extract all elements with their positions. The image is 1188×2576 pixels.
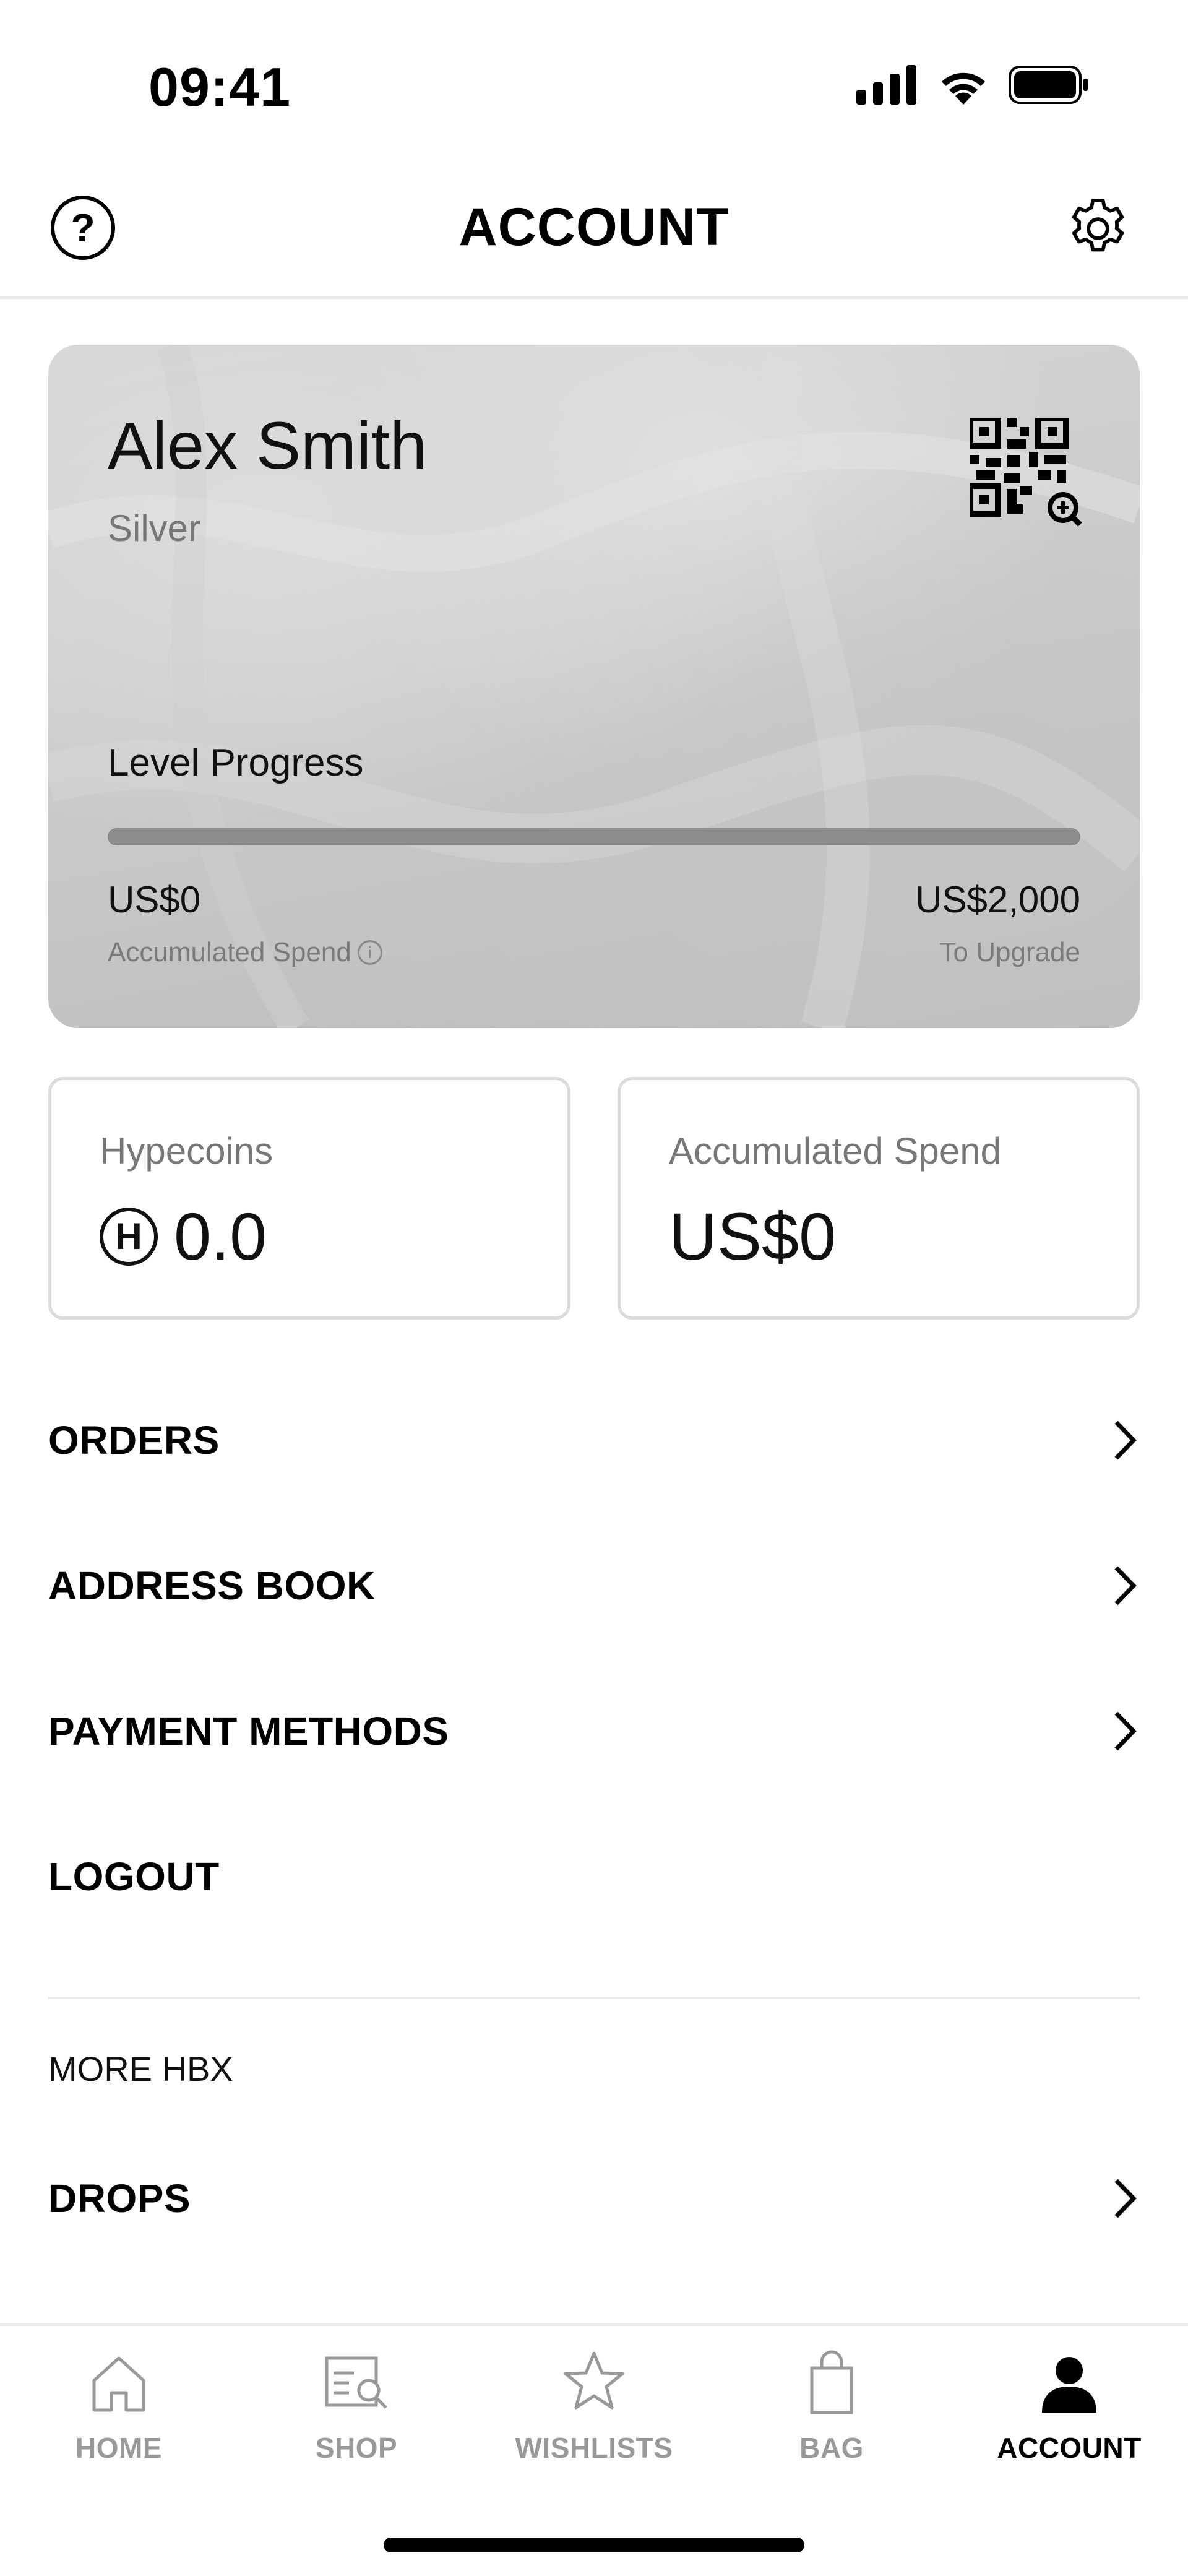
menu-item-label: LOGOUT xyxy=(48,1854,220,1899)
upgrade-label: To Upgrade xyxy=(939,937,1080,967)
accumulated-spend-card[interactable]: Accumulated Spend US$0 xyxy=(618,1077,1140,1320)
level-progress-label: Level Progress xyxy=(108,741,364,784)
user-icon xyxy=(1042,2357,1096,2413)
accumulated-spend-stat-value: US$0 xyxy=(669,1199,837,1274)
member-name: Alex Smith xyxy=(108,408,428,483)
tab-wishlists[interactable]: WISHLISTS xyxy=(475,2346,713,2482)
settings-button[interactable] xyxy=(1062,193,1134,264)
cellular-signal-icon xyxy=(856,65,916,105)
page-title: ACCOUNT xyxy=(458,197,730,257)
tab-label: HOME xyxy=(75,2432,162,2464)
menu-item-label: PAYMENT METHODS xyxy=(48,1709,449,1753)
upgrade-amount: US$2,000 xyxy=(915,879,1080,920)
tab-label: SHOP xyxy=(315,2432,398,2464)
status-time: 09:41 xyxy=(148,56,291,118)
accumulated-spend-caption: Accumulated Spend i xyxy=(108,937,382,968)
menu-item-orders[interactable]: ORDERS xyxy=(48,1391,1140,1490)
chevron-right-icon xyxy=(1114,1711,1137,1751)
gear-icon xyxy=(1072,199,1124,252)
tab-bag[interactable]: BAG xyxy=(713,2346,950,2482)
menu-item-logout[interactable]: LOGOUT xyxy=(48,1827,1140,1926)
chevron-right-icon xyxy=(1114,1420,1137,1460)
status-icons xyxy=(856,65,1089,105)
member-card: Alex Smith Silver Level Progress US$0 Ac… xyxy=(48,345,1140,1028)
tab-home[interactable]: HOME xyxy=(0,2346,238,2482)
level-progress-bar xyxy=(108,828,1080,845)
shop-search-icon xyxy=(325,2356,387,2409)
member-tier: Silver xyxy=(108,508,201,549)
menu-item-label: DROPS xyxy=(48,2176,191,2221)
section-divider xyxy=(48,1997,1140,1999)
hypecoins-card[interactable]: Hypecoins H 0.0 xyxy=(48,1077,570,1320)
accumulated-spend-label: Accumulated Spend xyxy=(108,937,351,967)
hypecoin-icon: H xyxy=(100,1207,158,1266)
wifi-icon xyxy=(942,72,985,105)
more-hbx-section-title: MORE HBX xyxy=(48,2049,233,2088)
hypecoins-label: Hypecoins xyxy=(100,1130,273,1172)
hypecoins-value-row: H 0.0 xyxy=(100,1198,267,1275)
header-divider xyxy=(0,296,1188,299)
accumulated-spend-amount: US$0 xyxy=(108,879,201,920)
menu-item-payment-methods[interactable]: PAYMENT METHODS xyxy=(48,1682,1140,1781)
bag-icon xyxy=(810,2350,853,2414)
menu-item-address-book[interactable]: ADDRESS BOOK xyxy=(48,1536,1140,1635)
tab-bar-divider xyxy=(0,2323,1188,2326)
qr-code-button[interactable] xyxy=(967,415,1082,529)
menu-item-drops[interactable]: DROPS xyxy=(48,2149,1140,2248)
tab-label: BAG xyxy=(799,2432,864,2464)
star-icon xyxy=(564,2351,624,2410)
accumulated-spend-stat-label: Accumulated Spend xyxy=(669,1130,1002,1172)
tab-label: ACCOUNT xyxy=(997,2432,1142,2464)
home-indicator xyxy=(384,2538,804,2552)
battery-icon xyxy=(1009,66,1088,104)
tab-label: WISHLISTS xyxy=(515,2432,673,2464)
qr-zoom-icon xyxy=(967,415,1082,527)
menu-item-label: ADDRESS BOOK xyxy=(48,1563,376,1608)
home-icon xyxy=(92,2356,145,2412)
info-icon[interactable]: i xyxy=(357,940,382,965)
chevron-right-icon xyxy=(1114,1566,1137,1606)
hypecoins-value: 0.0 xyxy=(174,1199,267,1274)
tab-shop[interactable]: SHOP xyxy=(238,2346,475,2482)
menu-item-label: ORDERS xyxy=(48,1418,220,1463)
tab-account[interactable]: ACCOUNT xyxy=(950,2346,1188,2482)
chevron-right-icon xyxy=(1114,2179,1137,2218)
